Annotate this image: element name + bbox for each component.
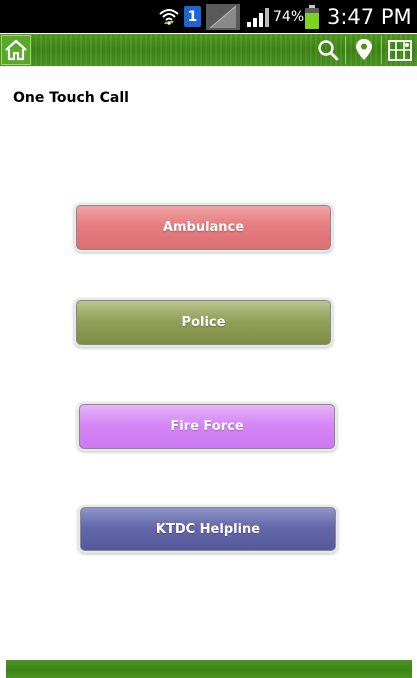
home-icon[interactable] [1,35,31,65]
wifi-icon [158,0,180,33]
clock: 3:47 PM [327,4,412,29]
page-title: One Touch Call [13,90,129,106]
police-call-button[interactable]: Police [76,300,331,345]
fire-force-call-button[interactable]: Fire Force [79,404,335,449]
ambulance-label: Ambulance [162,220,245,235]
fire-force-label: Fire Force [170,419,244,434]
bottom-bar [6,660,412,678]
map-icon[interactable] [385,35,415,65]
status-bar: 1 74% 3:47 PM [0,0,417,33]
ktdc-helpline-call-button[interactable]: KTDC Helpline [80,507,336,551]
search-icon[interactable] [313,35,343,65]
sim-1-icon: 1 [184,0,201,33]
battery-percent: 74% [273,8,305,25]
signal-icon [246,0,272,33]
battery-icon [304,0,320,33]
signal-no-service-icon [206,0,240,33]
sim-label: 1 [184,6,201,27]
ambulance-call-button[interactable]: Ambulance [76,205,331,250]
location-pin-icon[interactable] [349,35,379,65]
top-toolbar [0,34,417,66]
police-label: Police [181,315,226,330]
ktdc-helpline-label: KTDC Helpline [155,521,261,537]
